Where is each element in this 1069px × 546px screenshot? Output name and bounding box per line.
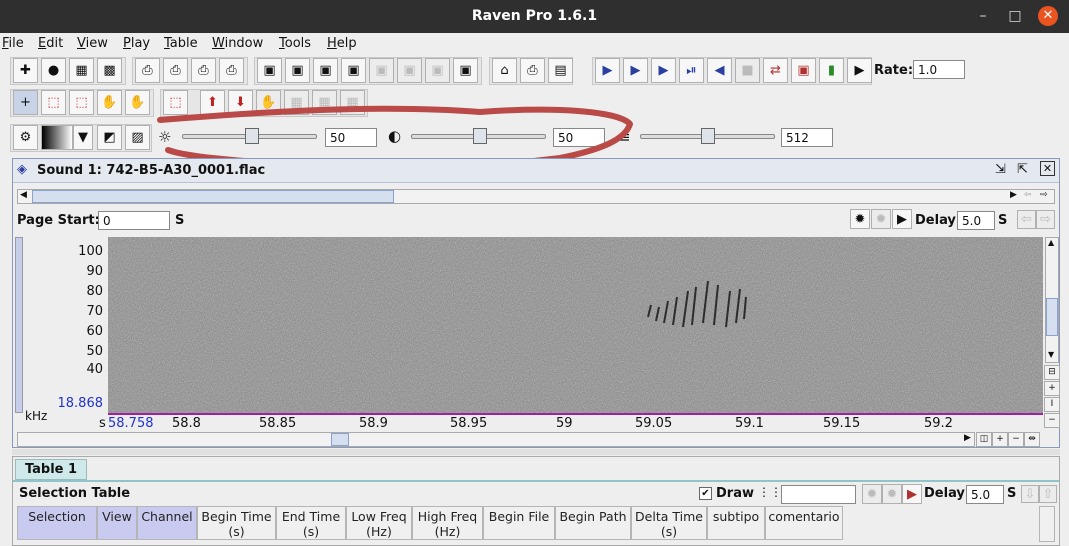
- column-header-channel[interactable]: Channel: [137, 506, 197, 540]
- delay-forward-icon[interactable]: ⇨: [1036, 210, 1055, 229]
- maximize-window-icon[interactable]: ⇱: [1017, 162, 1028, 177]
- x-tick-label: 58.95: [450, 416, 488, 431]
- page-start-label: Page Start:: [17, 213, 100, 228]
- column-header-delta-time[interactable]: Delta Time (s): [631, 506, 707, 540]
- y-tick-label: 100: [78, 244, 103, 259]
- column-header-begin-file[interactable]: Begin File: [483, 506, 555, 540]
- draw-label: Draw: [716, 486, 754, 501]
- sound-file-icon: ◈: [17, 162, 27, 177]
- scroll-left-icon[interactable]: ◀: [20, 190, 27, 200]
- column-header-low-freq[interactable]: Low Freq (Hz): [346, 506, 412, 540]
- zoom-out-y-icon[interactable]: −: [1044, 413, 1060, 428]
- play-page-view-icon[interactable]: ▶: [892, 209, 912, 229]
- table-play-icon[interactable]: ✹: [862, 484, 882, 504]
- zoom-full-x-icon[interactable]: ⇹: [1024, 432, 1040, 447]
- frequency-scrollbar-thumb[interactable]: [1046, 298, 1058, 336]
- scroll-up-icon[interactable]: ▲: [1048, 238, 1054, 247]
- column-header-selection[interactable]: Selection: [17, 506, 97, 540]
- time-scrollbar-thumb[interactable]: [331, 433, 349, 446]
- table-filter-input[interactable]: [781, 485, 856, 504]
- x-tick-label: 58.85: [259, 416, 297, 431]
- y-min-label: 18.868: [57, 396, 104, 411]
- spectrogram-plot[interactable]: [108, 237, 1043, 413]
- restore-window-icon[interactable]: ⇲: [995, 162, 1006, 177]
- play-position-off-icon[interactable]: ✹: [871, 209, 891, 229]
- zoom-in-y-icon[interactable]: +: [1044, 381, 1060, 396]
- time-scroll-right-icon[interactable]: ▶: [964, 433, 971, 443]
- tab-underline: [13, 480, 1059, 482]
- table-delay-unit: S: [1007, 486, 1017, 501]
- x-axis-line: [108, 413, 1043, 415]
- y-unit-label: kHz: [25, 409, 48, 423]
- table-row-up-icon[interactable]: ⇧: [1039, 485, 1057, 503]
- frequency-scrollbar[interactable]: ▲ ▼: [1045, 237, 1059, 363]
- selection-table-title: Selection Table: [19, 486, 131, 501]
- draw-checkbox[interactable]: ✔: [699, 487, 712, 500]
- delay-input[interactable]: [957, 211, 995, 230]
- y-axis: 100 90 80 70 60 50 40 18.868: [23, 237, 104, 417]
- y-tick-label: 40: [86, 362, 103, 377]
- zoom-y-range-icon[interactable]: I: [1044, 397, 1060, 412]
- channel-bar[interactable]: [15, 237, 23, 413]
- x-tick-label: 59: [556, 416, 573, 431]
- x-tick-label: 59.15: [823, 416, 861, 431]
- table-delay-input[interactable]: [966, 485, 1004, 504]
- zoom-fit-icon[interactable]: ⊟: [1044, 365, 1060, 380]
- page-scrollbar-thumb[interactable]: [32, 190, 394, 203]
- y-tick-label: 50: [86, 344, 103, 359]
- split-divider[interactable]: [12, 449, 1060, 455]
- page-start-unit: S: [175, 213, 185, 228]
- scroll-down-icon[interactable]: ▼: [1048, 350, 1054, 359]
- time-scrollbar[interactable]: ▶: [17, 432, 975, 447]
- column-header-view[interactable]: View: [97, 506, 137, 540]
- delay-unit: S: [998, 213, 1008, 228]
- zoom-in-x-icon[interactable]: +: [992, 432, 1008, 447]
- play-position-icon[interactable]: ✹: [850, 209, 870, 229]
- y-tick-label: 80: [86, 284, 103, 299]
- page-forward-icon[interactable]: ⇨: [1040, 190, 1048, 200]
- spectrogram-image: [108, 237, 1043, 413]
- y-tick-label: 60: [86, 324, 103, 339]
- zoom-out-x-icon[interactable]: −: [1008, 432, 1024, 447]
- y-tick-label: 90: [86, 264, 103, 279]
- column-header-subtipo[interactable]: subtipo: [707, 506, 765, 540]
- delay-back-icon[interactable]: ⇦: [1017, 210, 1036, 229]
- y-tick-label: 70: [86, 304, 103, 319]
- table-play-off-icon[interactable]: ✹: [882, 484, 902, 504]
- sound-window-title: Sound 1: 742-B5-A30_0001.flac: [37, 163, 266, 178]
- x-tick-label: 58.9: [359, 416, 388, 431]
- column-header-high-freq[interactable]: High Freq (Hz): [412, 506, 483, 540]
- table-row-down-icon[interactable]: ⇩: [1021, 485, 1039, 503]
- x-tick-label: 59.05: [635, 416, 673, 431]
- zoom-selection-x-icon[interactable]: ◫: [976, 432, 992, 447]
- x-tick-label: 58.8: [172, 416, 201, 431]
- x-tick-label: 59.2: [924, 416, 953, 431]
- table-delay-label: Delay:: [924, 486, 971, 501]
- delay-label: Delay:: [915, 213, 962, 228]
- close-window-icon[interactable]: ✕: [1040, 161, 1055, 176]
- x-tick-label: 59.1: [735, 416, 764, 431]
- sound-window: ◈ Sound 1: 742-B5-A30_0001.flac ⇲ ⇱ ✕ ◀ …: [12, 158, 1060, 448]
- x-start-unit: s: [99, 416, 106, 431]
- column-header-begin-path[interactable]: Begin Path: [555, 506, 631, 540]
- tab-table-1[interactable]: Table 1: [15, 459, 87, 480]
- page-back-icon[interactable]: ⇦: [1024, 190, 1032, 200]
- scroll-right-icon[interactable]: ▶: [1010, 190, 1017, 200]
- column-header-end-time[interactable]: End Time (s): [276, 506, 346, 540]
- drag-handle-icon[interactable]: ⋮⋮: [758, 485, 782, 499]
- sound-window-titlebar: ◈ Sound 1: 742-B5-A30_0001.flac ⇲ ⇱ ✕: [13, 159, 1059, 183]
- table-play-selection-icon[interactable]: ▶: [902, 484, 922, 504]
- table-panel: Table 1 Selection Table ✔ Draw ⋮⋮ ✹ ✹ ▶ …: [12, 456, 1060, 546]
- page-start-input[interactable]: [98, 211, 170, 230]
- table-vertical-scrollbar[interactable]: [1039, 506, 1055, 542]
- column-header-begin-time[interactable]: Begin Time (s): [197, 506, 276, 540]
- column-header-comentario[interactable]: comentario: [765, 506, 843, 540]
- x-start-label: 58.758: [108, 416, 154, 431]
- page-scrollbar[interactable]: ◀ ▶ ⇦ ⇨: [17, 189, 1055, 204]
